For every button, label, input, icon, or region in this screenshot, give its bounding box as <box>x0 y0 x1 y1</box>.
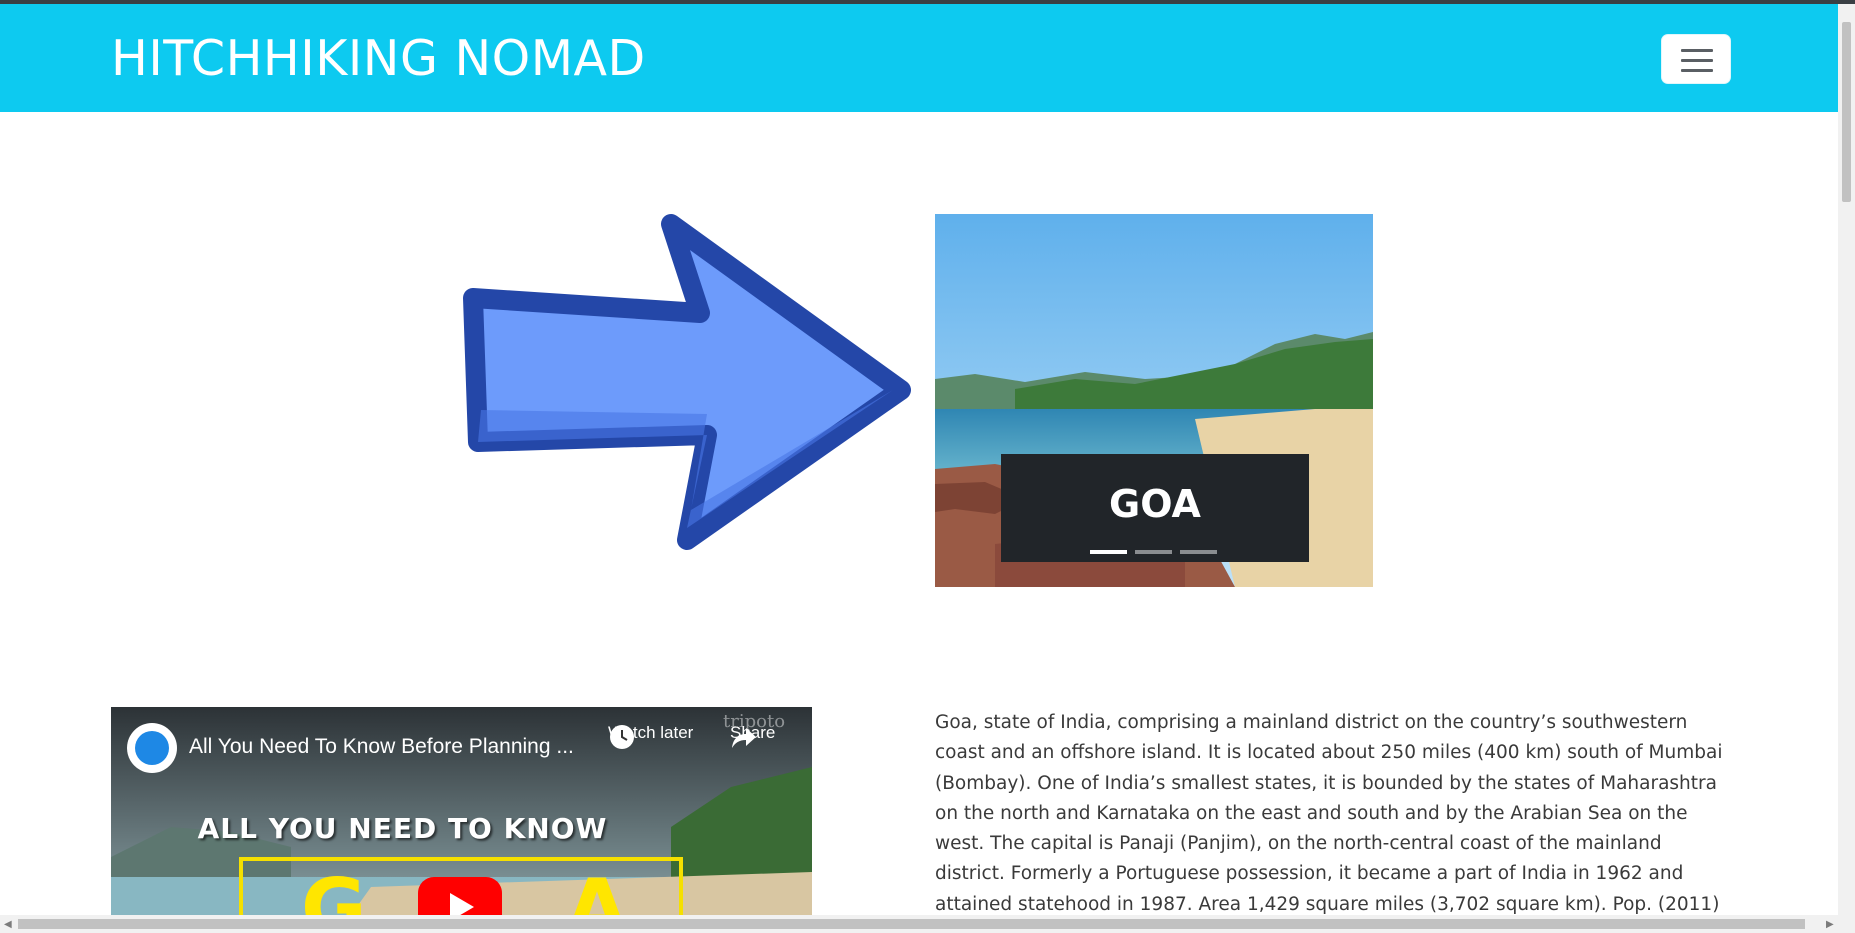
carousel-caption: GOA <box>1001 454 1309 562</box>
image-carousel[interactable]: GOA <box>935 214 1373 587</box>
carousel-indicator-2[interactable] <box>1135 550 1172 554</box>
carousel-indicator-1[interactable] <box>1090 550 1127 554</box>
scroll-right-icon[interactable]: ▶ <box>1826 919 1834 930</box>
right-arrow-icon <box>463 214 911 550</box>
carousel-indicators <box>1090 550 1220 554</box>
brand-logo[interactable]: HITCHHIKING NOMAD <box>111 30 646 89</box>
hamburger-line <box>1681 69 1713 72</box>
tripoto-watermark: tripoto <box>723 711 786 732</box>
thumbnail-letter: G <box>301 862 367 915</box>
vertical-scrollbar[interactable] <box>1838 4 1855 915</box>
page: HITCHHIKING NOMAD GOA All You Need To Kn… <box>0 0 1855 933</box>
channel-logo-icon[interactable] <box>127 723 177 773</box>
carousel-indicator-3[interactable] <box>1180 550 1217 554</box>
carousel-caption-title: GOA <box>1109 482 1201 526</box>
watch-later-button[interactable]: Watch later <box>608 723 693 749</box>
thumbnail-letter: A <box>566 862 628 915</box>
video-title[interactable]: All You Need To Know Before Planning ... <box>189 735 574 759</box>
play-icon[interactable] <box>418 877 502 915</box>
scroll-left-icon[interactable]: ◀ <box>4 919 12 930</box>
hamburger-line <box>1681 49 1713 52</box>
article-text: Goa, state of India, comprising a mainla… <box>935 712 1723 933</box>
navbar: HITCHHIKING NOMAD <box>0 4 1838 112</box>
vertical-scrollbar-thumb[interactable] <box>1842 22 1851 202</box>
youtube-embed[interactable]: All You Need To Know Before Planning ...… <box>111 707 812 915</box>
horizontal-scrollbar-thumb[interactable] <box>18 919 1805 929</box>
horizontal-scrollbar[interactable]: ◀ ▶ <box>0 915 1855 933</box>
clock-icon <box>610 725 634 749</box>
hamburger-menu-icon[interactable] <box>1661 34 1731 84</box>
hamburger-line <box>1681 59 1713 62</box>
thumbnail-headline: ALL YOU NEED TO KNOW <box>197 812 608 845</box>
